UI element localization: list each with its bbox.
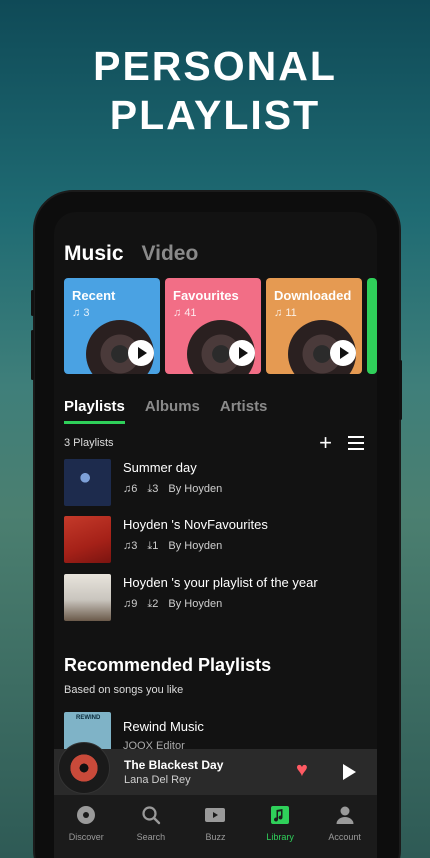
play-icon: [340, 347, 349, 359]
playlist-title: Hoyden 's your playlist of the year: [123, 575, 318, 590]
card-title: Downloaded: [274, 288, 352, 303]
playlist-count: 3 Playlists: [64, 437, 114, 449]
tab-playlists[interactable]: Playlists: [64, 398, 125, 424]
card-favourites[interactable]: Favourites ♫ 41: [165, 278, 261, 374]
phone-side-button: [31, 330, 34, 380]
media-type-tabs: Music Video: [64, 242, 198, 266]
card-title: Favourites: [173, 288, 239, 303]
add-playlist-icon[interactable]: +: [319, 432, 332, 454]
playlist-cover: [64, 574, 111, 621]
nav-label: Library: [266, 832, 294, 842]
nav-library[interactable]: Library: [248, 795, 313, 858]
music-note-icon: ♫: [123, 598, 132, 610]
song-count: ♫3: [123, 540, 138, 552]
cover-label: REWIND: [76, 715, 101, 721]
card-count: ♫ 3: [72, 307, 90, 319]
sort-list-icon[interactable]: [348, 436, 364, 450]
nav-account[interactable]: Account: [312, 795, 377, 858]
playlist-meta: ♫9 ⤓2 By Hoyden: [123, 598, 222, 611]
music-note-icon: ♫: [274, 307, 286, 319]
tab-albums[interactable]: Albums: [145, 398, 200, 424]
play-button[interactable]: [128, 340, 154, 366]
download-count: ⤓1: [147, 540, 159, 552]
collection-cards: Recent ♫ 3 Favourites ♫ 41 Downloaded ♫ …: [64, 278, 377, 374]
card-title: Recent: [72, 288, 116, 303]
music-library-icon: [269, 804, 291, 826]
playlist-title: Summer day: [123, 460, 197, 475]
nav-discover[interactable]: Discover: [54, 795, 119, 858]
music-note-icon: ♫: [123, 483, 132, 495]
card-count: ♫ 41: [173, 307, 197, 319]
phone-side-button: [399, 360, 402, 420]
headline-line-1: PERSONAL: [93, 43, 337, 89]
music-note-icon: ♫: [72, 307, 84, 319]
playlist-item[interactable]: Hoyden 's NovFavourites ♫3 ⤓1 By Hoyden: [64, 516, 364, 564]
music-note-icon: ♫: [173, 307, 185, 319]
playlist-meta: ♫3 ⤓1 By Hoyden: [123, 540, 222, 553]
now-playing-art: [58, 742, 110, 794]
playlist-title: Hoyden 's NovFavourites: [123, 517, 268, 532]
playlist-cover: [64, 459, 111, 506]
playlist-owner: By Hoyden: [168, 598, 223, 610]
mini-player[interactable]: The Blackest Day Lana Del Rey ♥: [54, 742, 377, 795]
library-tabs: Playlists Albums Artists: [64, 398, 267, 424]
nav-label: Discover: [68, 832, 104, 842]
now-playing-artist: Lana Del Rey: [124, 774, 191, 786]
playlist-meta: ♫6 ⤓3 By Hoyden: [123, 483, 222, 496]
playlist-cover: [64, 516, 111, 563]
playlist-owner: By Hoyden: [168, 540, 223, 552]
nav-buzz[interactable]: Buzz: [183, 795, 248, 858]
playlist-actions: +: [319, 432, 364, 454]
playlist-title: Rewind Music: [123, 719, 204, 734]
play-button[interactable]: [229, 340, 255, 366]
card-count: ♫ 11: [274, 307, 297, 319]
nav-label: Search: [136, 832, 166, 842]
nav-label: Account: [328, 832, 361, 842]
playlist-item[interactable]: Hoyden 's your playlist of the year ♫9 ⤓…: [64, 574, 364, 622]
download-count: ⤓2: [147, 598, 159, 610]
disc-icon: [75, 804, 97, 826]
promo-headline: PERSONAL PLAYLIST: [0, 42, 430, 140]
now-playing-title: The Blackest Day: [124, 758, 224, 772]
play-icon: [239, 347, 248, 359]
music-note-icon: ♫: [123, 540, 132, 552]
recommended-subtitle: Based on songs you like: [64, 684, 184, 696]
song-count: ♫6: [123, 483, 138, 495]
phone-side-button: [31, 290, 34, 316]
nav-label: Buzz: [205, 832, 226, 842]
app-screen: Music Video Recent ♫ 3 Favourites ♫ 41 D…: [54, 212, 377, 858]
play-icon: [138, 347, 147, 359]
heart-icon[interactable]: ♥: [296, 760, 308, 780]
play-button[interactable]: [330, 340, 356, 366]
playlist-item[interactable]: Summer day ♫6 ⤓3 By Hoyden: [64, 459, 364, 507]
playlist-count-row: 3 Playlists +: [64, 432, 364, 454]
nav-search[interactable]: Search: [119, 795, 184, 858]
tab-artists[interactable]: Artists: [220, 398, 268, 424]
download-count: ⤓3: [147, 483, 159, 495]
recommended-heading: Recommended Playlists: [64, 655, 272, 675]
video-icon: [204, 804, 226, 826]
person-icon: [334, 804, 356, 826]
card-recent[interactable]: Recent ♫ 3: [64, 278, 160, 374]
play-icon[interactable]: [343, 764, 356, 780]
bottom-nav: Discover Search Buzz Library Account: [54, 795, 377, 858]
card-downloaded[interactable]: Downloaded ♫ 11: [266, 278, 362, 374]
card-partial[interactable]: [367, 278, 377, 374]
tab-music[interactable]: Music: [64, 242, 124, 266]
song-count: ♫9: [123, 598, 138, 610]
playlist-owner: By Hoyden: [168, 483, 223, 495]
tab-video[interactable]: Video: [142, 242, 199, 266]
search-icon: [140, 804, 162, 826]
headline-line-2: PLAYLIST: [109, 92, 321, 138]
